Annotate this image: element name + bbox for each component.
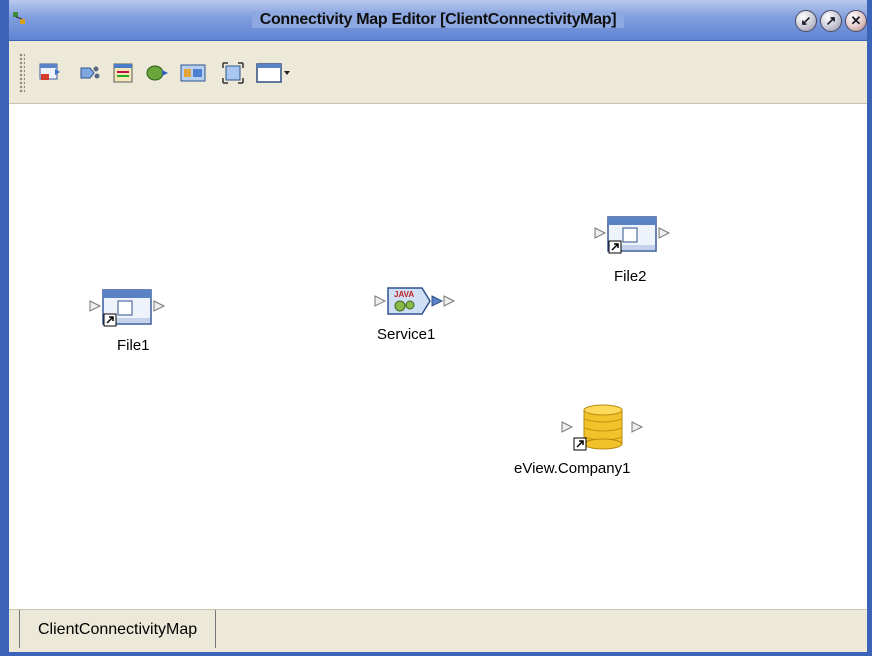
node-file1-label: File1 [117,337,150,354]
title-bar[interactable]: Connectivity Map Editor [ClientConnectiv… [9,0,867,41]
node-service1-label: Service1 [377,326,436,343]
add-external-application-icon[interactable] [37,61,61,85]
add-topic-icon[interactable] [145,61,169,85]
node-service1[interactable]: JAVA Service1 [372,280,462,350]
close-button[interactable]: ✕ [845,10,867,32]
node-file1[interactable]: File1 [88,287,178,357]
node-eview-label: eView.Company1 [514,460,631,477]
add-service-icon[interactable] [78,61,102,85]
tab-client-connectivity-map[interactable]: ClientConnectivityMap [19,610,217,648]
fit-to-screen-icon[interactable] [221,61,245,85]
java-service-icon: JAVA [374,287,456,315]
database-icon [561,404,644,451]
add-web-connector-icon[interactable] [179,61,207,85]
connectivity-map-canvas[interactable]: File1 JAVA Service1 File2 eView.Company1 [9,104,867,609]
node-file2[interactable]: File2 [593,214,683,285]
file-external-icon [594,216,671,254]
add-collaboration-icon[interactable] [111,61,135,85]
toolbar [9,41,867,104]
window-title: Connectivity Map Editor [ClientConnectiv… [9,0,867,40]
toolbar-grip[interactable] [19,53,25,93]
node-eview-company1[interactable]: eView.Company1 [514,404,684,484]
file-external-icon [89,289,166,327]
svg-text:JAVA: JAVA [394,290,414,299]
maximize-button[interactable]: ↗ [820,10,842,32]
editor-window: Connectivity Map Editor [ClientConnectiv… [0,0,872,656]
node-file2-label: File2 [614,268,647,285]
restore-button[interactable]: ↙ [795,10,817,32]
view-options-icon[interactable] [255,61,291,85]
editor-tab-bar: ClientConnectivityMap [9,609,867,652]
